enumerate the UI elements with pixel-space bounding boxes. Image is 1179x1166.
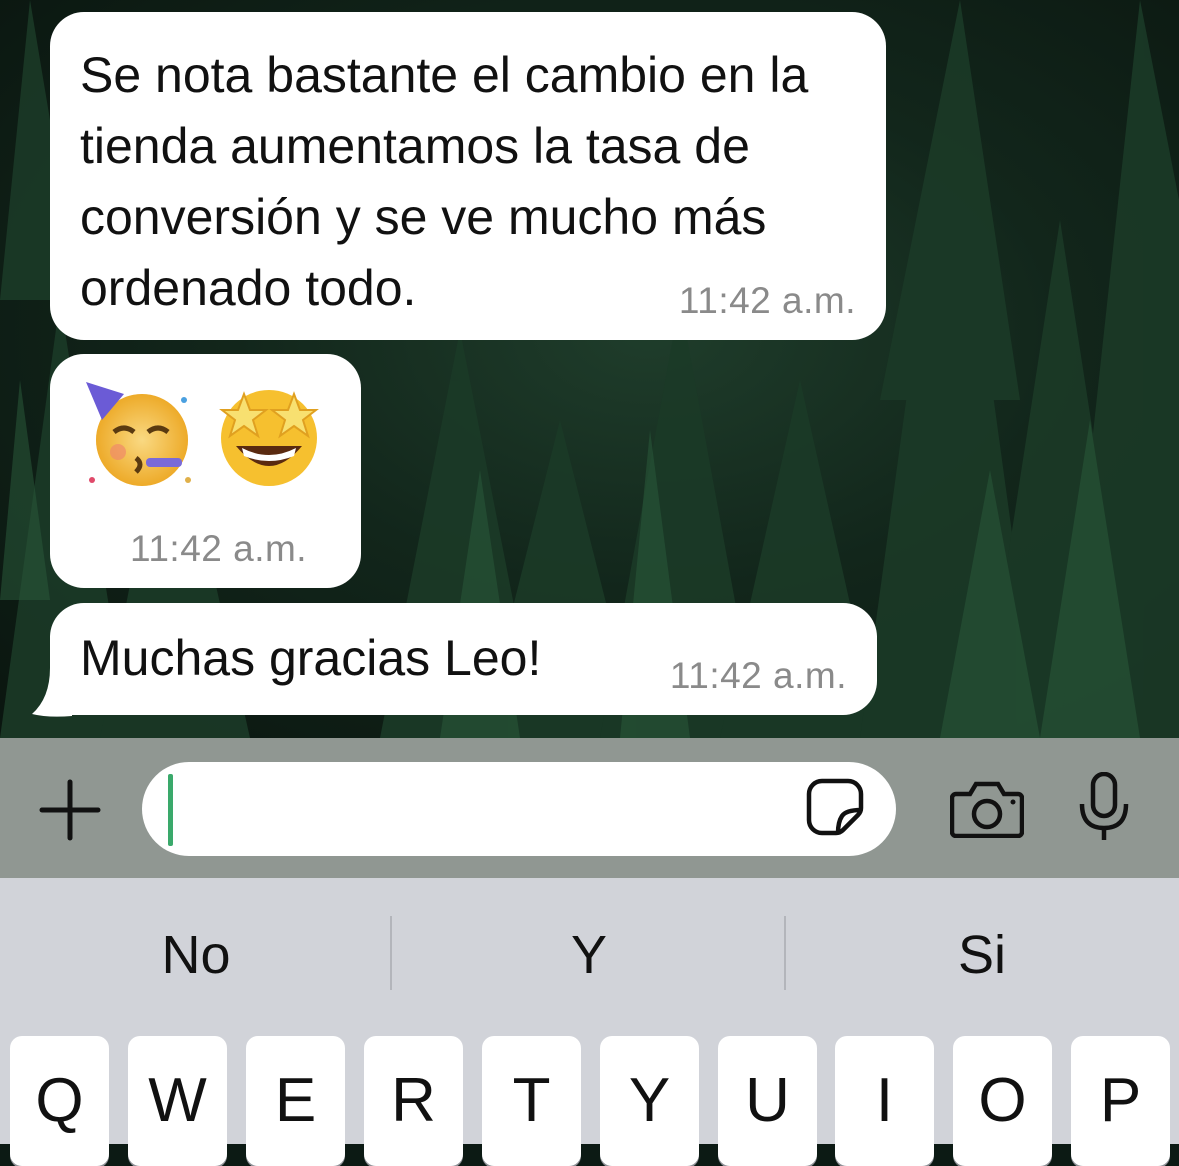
key-p[interactable]: P bbox=[1071, 1036, 1170, 1166]
camera-icon[interactable] bbox=[950, 780, 1024, 838]
sticker-icon[interactable] bbox=[806, 778, 864, 836]
message-bubble[interactable]: Muchas gracias Leo! 11:42 a.m. bbox=[50, 603, 877, 715]
key-q[interactable]: Q bbox=[10, 1036, 109, 1166]
key-o[interactable]: O bbox=[953, 1036, 1052, 1166]
message-bubble[interactable]: Se nota bastante el cambio en la tienda … bbox=[50, 12, 886, 340]
key-u[interactable]: U bbox=[718, 1036, 817, 1166]
key-e[interactable]: E bbox=[246, 1036, 345, 1166]
suggestion-item[interactable]: Si bbox=[786, 905, 1178, 1005]
suggestion-divider bbox=[390, 916, 392, 990]
message-input[interactable] bbox=[142, 762, 896, 856]
suggestion-item[interactable]: Y bbox=[393, 905, 785, 1005]
message-text: Muchas gracias Leo! bbox=[80, 630, 542, 686]
key-y[interactable]: Y bbox=[600, 1036, 699, 1166]
key-t[interactable]: T bbox=[482, 1036, 581, 1166]
key-r[interactable]: R bbox=[364, 1036, 463, 1166]
partying-face-emoji bbox=[86, 382, 191, 486]
message-timestamp: 11:42 a.m. bbox=[678, 280, 856, 321]
message-timestamp: 11:42 a.m. bbox=[130, 528, 308, 569]
microphone-icon[interactable] bbox=[1078, 772, 1130, 842]
key-w[interactable]: W bbox=[128, 1036, 227, 1166]
plus-icon[interactable] bbox=[38, 778, 102, 842]
suggestion-item[interactable]: No bbox=[0, 905, 392, 1005]
key-i[interactable]: I bbox=[835, 1036, 934, 1166]
star-struck-emoji bbox=[219, 390, 319, 486]
text-cursor bbox=[168, 774, 173, 846]
message-timestamp: 11:42 a.m. bbox=[669, 655, 847, 696]
